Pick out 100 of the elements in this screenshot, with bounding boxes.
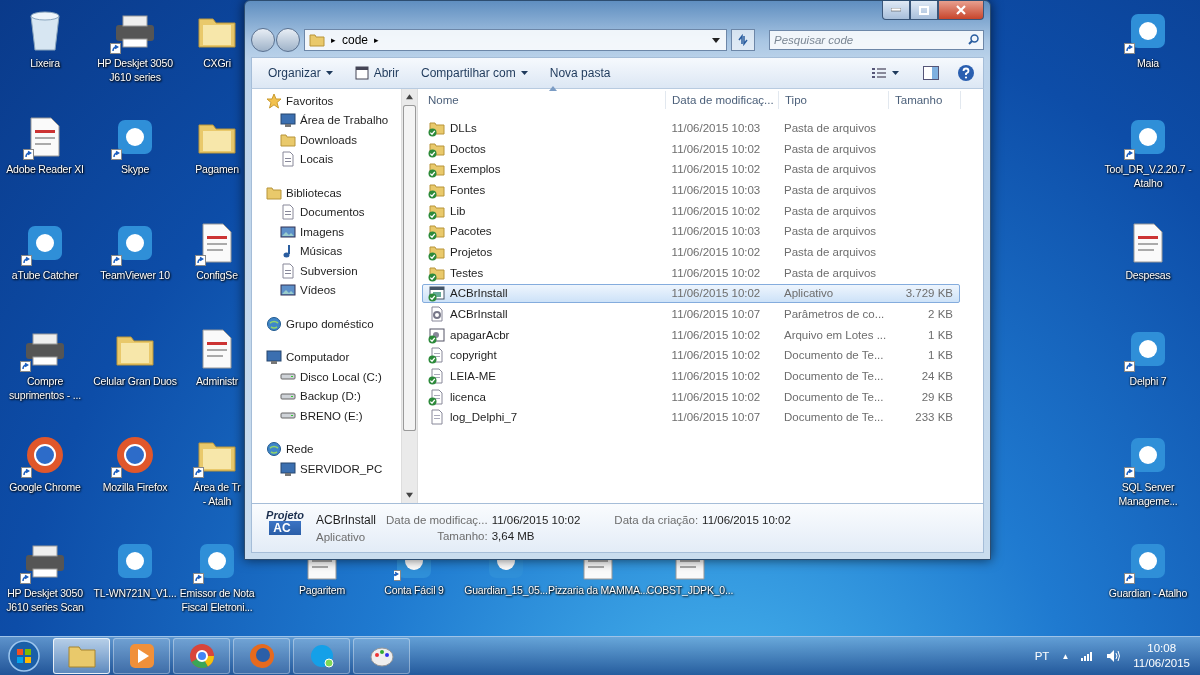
- toolbar-button[interactable]: Organizar: [260, 63, 341, 83]
- column-header[interactable]: Tipo: [779, 91, 889, 109]
- file-row[interactable]: Exemplos 11/06/2015 10:02 Pasta de arquivos: [422, 159, 960, 180]
- desktop-icon-label: Mozilla Firefox: [102, 480, 168, 494]
- toolbar-button[interactable]: Abrir: [346, 63, 408, 83]
- file-row[interactable]: Pacotes 11/06/2015 10:03 Pasta de arquivos: [422, 221, 960, 242]
- desktop-shortcut[interactable]: [199, 326, 235, 372]
- file-row[interactable]: DLLs 11/06/2015 10:03 Pasta de arquivos: [422, 118, 960, 138]
- desktop-icon-label: TL-WN721N_V1...: [93, 586, 177, 600]
- file-row[interactable]: LEIA-ME 11/06/2015 10:02 Documento de Te... 24 KB: [422, 366, 960, 386]
- scrollbar[interactable]: [401, 89, 418, 503]
- file-date: 11/06/2015 10:03: [670, 121, 762, 134]
- toolbar-button[interactable]: Nova pasta: [541, 63, 619, 83]
- file-date: 11/06/2015 10:02: [670, 287, 762, 300]
- file-row[interactable]: ACBrInstall 11/06/2015 10:07 Parâmetros de co... 2 KB: [422, 304, 960, 324]
- forward-button[interactable]: [276, 28, 300, 52]
- file-date: 11/06/2015 10:07: [670, 411, 762, 424]
- nav-item[interactable]: Favoritos: [266, 91, 401, 111]
- file-row[interactable]: Lib 11/06/2015 10:02 Pasta de arquivos: [422, 200, 960, 221]
- taskbar-button[interactable]: [53, 638, 110, 674]
- desktop-icon-label: Pizzaria da MAMMA...: [548, 583, 648, 597]
- file-type: Pasta de arquivos: [782, 142, 878, 155]
- clock[interactable]: 10:08 11/06/2015: [1133, 641, 1190, 671]
- check-overlay-icon: [428, 272, 437, 282]
- file-row[interactable]: Doctos 11/06/2015 10:02 Pasta de arquivos: [422, 138, 960, 159]
- toolbar-button[interactable]: Compartilhar com: [413, 63, 536, 83]
- column-header[interactable]: Data de modificaç...: [666, 91, 779, 109]
- nav-item[interactable]: Imagens: [266, 222, 401, 242]
- nav-item[interactable]: BRENO (E:): [266, 406, 401, 426]
- nav-item[interactable]: Área de Trabalho: [266, 110, 401, 130]
- document-icon: [199, 222, 235, 264]
- taskbar-button[interactable]: [173, 638, 230, 674]
- file-row[interactable]: Testes 11/06/2015 10:02 Pasta de arquivos: [422, 262, 960, 283]
- desktop-icon-label: TeamViewer 10: [100, 268, 170, 282]
- refresh-button[interactable]: [731, 29, 755, 51]
- printer-icon: [24, 331, 66, 367]
- nav-item[interactable]: Vídeos: [266, 280, 401, 300]
- maximize-button[interactable]: [910, 1, 938, 20]
- desktop-icon-label: Pagaritem: [298, 583, 346, 597]
- nav-item[interactable]: SERVIDOR_PC: [266, 459, 401, 479]
- nav-item[interactable]: Documentos: [266, 202, 401, 222]
- file-row[interactable]: copyright 11/06/2015 10:02 Documento de Te... 1 KB: [422, 345, 960, 366]
- nav-item[interactable]: Bibliotecas: [266, 183, 401, 203]
- minimize-button[interactable]: [882, 1, 910, 20]
- nav-item[interactable]: Backup (D:): [266, 386, 401, 406]
- desktop-icon-label: Adobe Reader XI: [6, 162, 84, 176]
- taskbar-button[interactable]: [353, 638, 410, 674]
- file-date: 11/06/2015 10:02: [670, 328, 762, 341]
- nav-item[interactable]: Músicas: [266, 241, 401, 261]
- file-row[interactable]: licenca 11/06/2015 10:02 Documento de Te... 29 KB: [422, 386, 960, 407]
- file-name: LEIA-ME: [450, 370, 496, 383]
- picture-icon: [280, 282, 296, 299]
- nav-item[interactable]: Disco Local (C:): [266, 367, 401, 387]
- printer-icon: [24, 543, 66, 579]
- nav-item[interactable]: Grupo doméstico: [266, 314, 401, 334]
- desktop-icon-label: Maia: [1137, 56, 1159, 70]
- speaker-icon[interactable]: [1107, 650, 1122, 662]
- file-name: ACBrInstall: [450, 308, 508, 321]
- nav-item[interactable]: Locais: [266, 149, 401, 169]
- address-bar[interactable]: ▸ code ▸: [304, 29, 727, 51]
- preview-pane-icon[interactable]: [923, 66, 939, 80]
- file-size: 1 KB: [927, 328, 954, 341]
- file-name: Lib: [450, 204, 466, 217]
- folder-icon: [429, 202, 445, 219]
- view-list-icon[interactable]: [872, 67, 886, 79]
- file-row[interactable]: Projetos 11/06/2015 10:02 Pasta de arquivos: [422, 242, 960, 262]
- caret-icon: [325, 71, 333, 75]
- search-icon: [968, 34, 979, 45]
- nav-item[interactable]: Downloads: [266, 130, 401, 150]
- desktop-shortcut[interactable]: [28, 8, 62, 54]
- tray-arrow[interactable]: ▲: [1061, 651, 1070, 661]
- nav-item[interactable]: Rede: [266, 439, 401, 459]
- file-row[interactable]: apagarAcbr 11/06/2015 10:02 Arquivo em Lotes ... 1 KB: [422, 324, 960, 345]
- column-header[interactable]: Tamanho: [889, 91, 961, 109]
- file-row[interactable]: log_Delphi_7 11/06/2015 10:07 Documento de Te... 233 KB: [422, 407, 960, 428]
- details-value: 11/06/2015 10:02: [702, 514, 791, 526]
- desktop-icon-label: Pagamen: [195, 162, 239, 176]
- taskbar-button[interactable]: [233, 638, 290, 674]
- language-indicator[interactable]: PT: [1034, 650, 1050, 662]
- desktop-shortcut[interactable]: [1130, 220, 1166, 266]
- search-field[interactable]: Pesquisar code: [769, 30, 984, 50]
- folder-icon: [429, 223, 445, 240]
- file-size: 1 KB: [927, 349, 954, 362]
- caret-icon[interactable]: [892, 71, 899, 75]
- nav-item[interactable]: Subversion: [266, 261, 401, 281]
- close-button[interactable]: [938, 1, 984, 20]
- desktop-icon-label: COBST_JDPK_0...: [646, 583, 734, 597]
- nav-item[interactable]: Computador: [266, 347, 401, 367]
- check-overlay-icon: [428, 148, 437, 158]
- folder-icon: [429, 161, 445, 178]
- taskbar-button[interactable]: [113, 638, 170, 674]
- file-size: 29 KB: [920, 390, 954, 403]
- taskbar-button[interactable]: [293, 638, 350, 674]
- shortcut-arrow-icon: [111, 149, 122, 160]
- back-button[interactable]: [251, 28, 275, 52]
- file-row[interactable]: Fontes 11/06/2015 10:03 Pasta de arquivos: [422, 180, 960, 200]
- file-row[interactable]: ACBrInstall 11/06/2015 10:02 Aplicativo 3.729 KB: [422, 283, 960, 304]
- help-icon[interactable]: [957, 64, 975, 82]
- file-name: apagarAcbr: [450, 328, 510, 341]
- star-icon: [266, 92, 282, 109]
